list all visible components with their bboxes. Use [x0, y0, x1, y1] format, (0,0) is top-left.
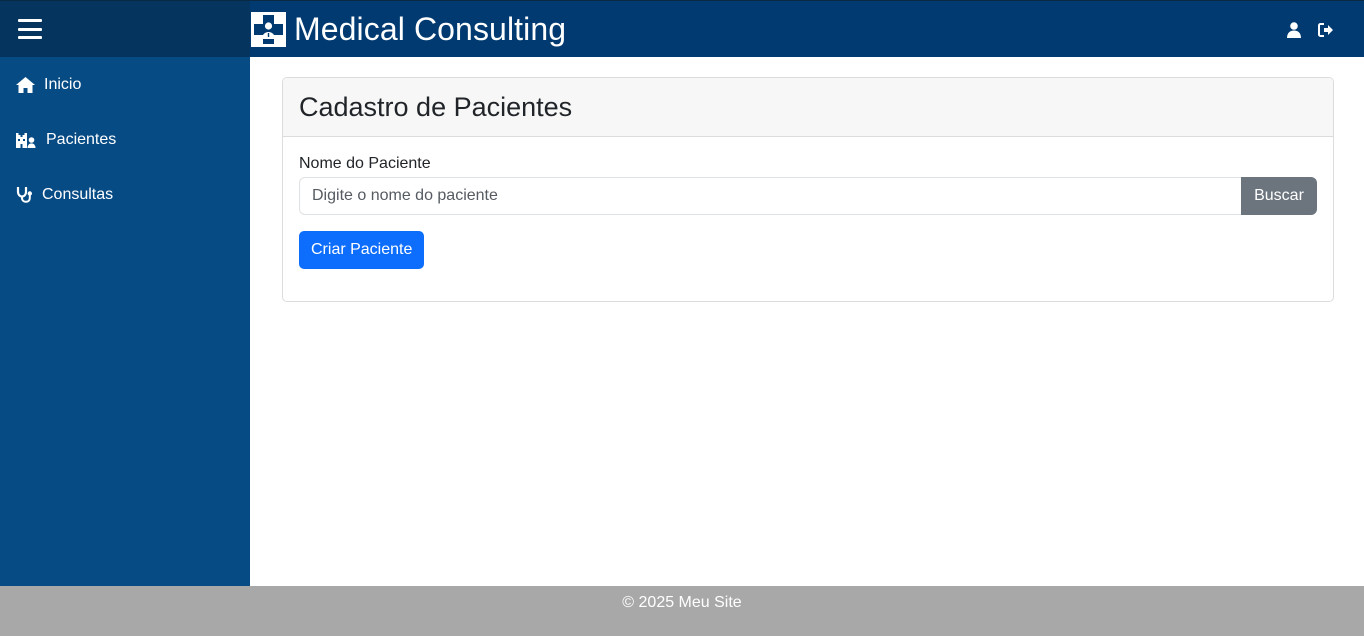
medical-cross-doctor-icon: [251, 11, 286, 47]
sidebar-item-label: Pacientes: [46, 130, 117, 148]
navbar-actions: [1286, 1, 1334, 58]
home-icon: [16, 76, 36, 94]
footer-copyright: © 2025 Meu Site: [622, 594, 742, 611]
card-header: Cadastro de Pacientes: [283, 78, 1333, 137]
card-body: Nome do Paciente Buscar Criar Paciente: [283, 137, 1333, 269]
sidebar-item-inicio[interactable]: Inicio: [0, 57, 250, 112]
patient-name-label: Nome do Paciente: [299, 155, 431, 172]
user-icon[interactable]: [1286, 21, 1302, 38]
app-title: Medical Consulting: [294, 10, 567, 47]
footer: © 2025 Meu Site: [0, 586, 1364, 636]
page-title: Cadastro de Pacientes: [299, 91, 573, 122]
sign-out-icon[interactable]: [1318, 22, 1334, 38]
search-input-group: Buscar: [299, 177, 1317, 215]
main-content: Cadastro de Pacientes Nome do Paciente B…: [250, 57, 1364, 586]
sidebar-item-pacientes[interactable]: Pacientes: [0, 112, 250, 167]
search-button[interactable]: Buscar: [1241, 177, 1317, 215]
top-navbar: Medical Consulting: [0, 0, 1364, 57]
sidebar-item-label: Consultas: [42, 185, 114, 203]
sidebar-item-consultas[interactable]: Consultas: [0, 167, 250, 222]
hamburger-icon[interactable]: [18, 19, 42, 39]
patient-name-input[interactable]: [299, 177, 1241, 215]
patient-registration-card: Cadastro de Pacientes Nome do Paciente B…: [282, 77, 1334, 302]
sidebar-item-label: Inicio: [44, 75, 82, 93]
navbar-toggle-area: [0, 0, 250, 57]
stethoscope-icon: [16, 186, 34, 204]
sidebar: Inicio Pacientes Consultas: [0, 57, 250, 586]
hospital-user-icon: [16, 131, 38, 149]
create-patient-button[interactable]: Criar Paciente: [299, 231, 425, 269]
navbar-brand-area: Medical Consulting: [250, 0, 1364, 57]
